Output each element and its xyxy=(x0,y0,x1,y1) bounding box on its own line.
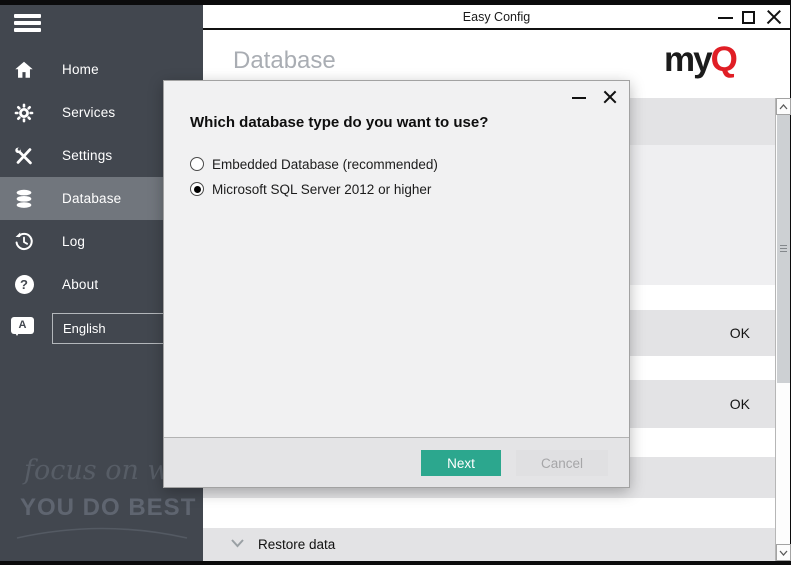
spacer-band xyxy=(203,498,775,528)
dialog-close-button[interactable] xyxy=(599,87,621,107)
language-value: English xyxy=(63,321,106,336)
sidebar-item-label: Database xyxy=(62,177,121,220)
chevron-down-icon xyxy=(779,550,788,556)
database-type-dialog: Which database type do you want to use? … xyxy=(163,80,630,488)
history-icon xyxy=(10,220,38,263)
window-title: Easy Config xyxy=(203,5,790,29)
window-titlebar: Easy Config xyxy=(203,5,790,30)
scroll-up-button[interactable] xyxy=(776,98,791,115)
sidebar-item-label: Home xyxy=(62,48,99,91)
chevron-down-icon xyxy=(230,538,245,548)
radio-button-icon[interactable] xyxy=(190,157,204,171)
radio-button-icon[interactable] xyxy=(190,182,204,196)
minimize-icon xyxy=(572,97,586,99)
restore-data-header[interactable]: Restore data xyxy=(203,528,775,561)
radio-label: Embedded Database (recommended) xyxy=(212,157,438,172)
scrollbar-thumb[interactable] xyxy=(777,115,790,383)
dialog-question: Which database type do you want to use? xyxy=(190,114,488,131)
language-icon: A xyxy=(11,317,34,334)
question-icon: ? xyxy=(10,263,38,306)
sidebar-item-label: About xyxy=(62,263,98,306)
restore-data-label: Restore data xyxy=(258,528,335,561)
app-window: Home xyxy=(0,0,791,565)
home-icon xyxy=(10,48,38,91)
tagline-swoosh xyxy=(14,523,190,543)
minimize-button[interactable] xyxy=(714,5,738,29)
sidebar-item-label: Settings xyxy=(62,134,112,177)
maximize-button[interactable] xyxy=(737,5,761,29)
next-button[interactable]: Next xyxy=(421,450,501,476)
sidebar-item-label: Log xyxy=(62,220,85,263)
minimize-icon xyxy=(718,17,733,19)
radio-sql-server[interactable]: Microsoft SQL Server 2012 or higher xyxy=(190,180,431,198)
radio-label: Microsoft SQL Server 2012 or higher xyxy=(212,182,431,197)
vertical-scrollbar[interactable] xyxy=(775,98,790,561)
chevron-up-icon xyxy=(779,104,788,110)
cancel-button[interactable]: Cancel xyxy=(516,450,608,476)
tagline-bold: YOU DO BEST xyxy=(20,494,196,522)
scroll-down-button[interactable] xyxy=(776,544,791,561)
sidebar-item-label: Services xyxy=(62,91,115,134)
maximize-icon xyxy=(742,11,755,24)
dialog-minimize-button[interactable] xyxy=(569,87,591,107)
gear-icon xyxy=(10,91,38,134)
close-button[interactable] xyxy=(762,5,786,29)
myq-logo: myQ xyxy=(664,43,736,77)
scrollbar-grip-icon xyxy=(780,245,787,254)
tools-icon xyxy=(10,134,38,177)
database-icon xyxy=(10,177,38,220)
radio-embedded-database[interactable]: Embedded Database (recommended) xyxy=(190,155,438,173)
dialog-footer: Next Cancel xyxy=(164,437,629,487)
status-value: OK xyxy=(730,380,750,428)
status-value: OK xyxy=(730,310,750,356)
page-title: Database xyxy=(233,47,336,75)
hamburger-menu-icon[interactable] xyxy=(14,14,41,33)
